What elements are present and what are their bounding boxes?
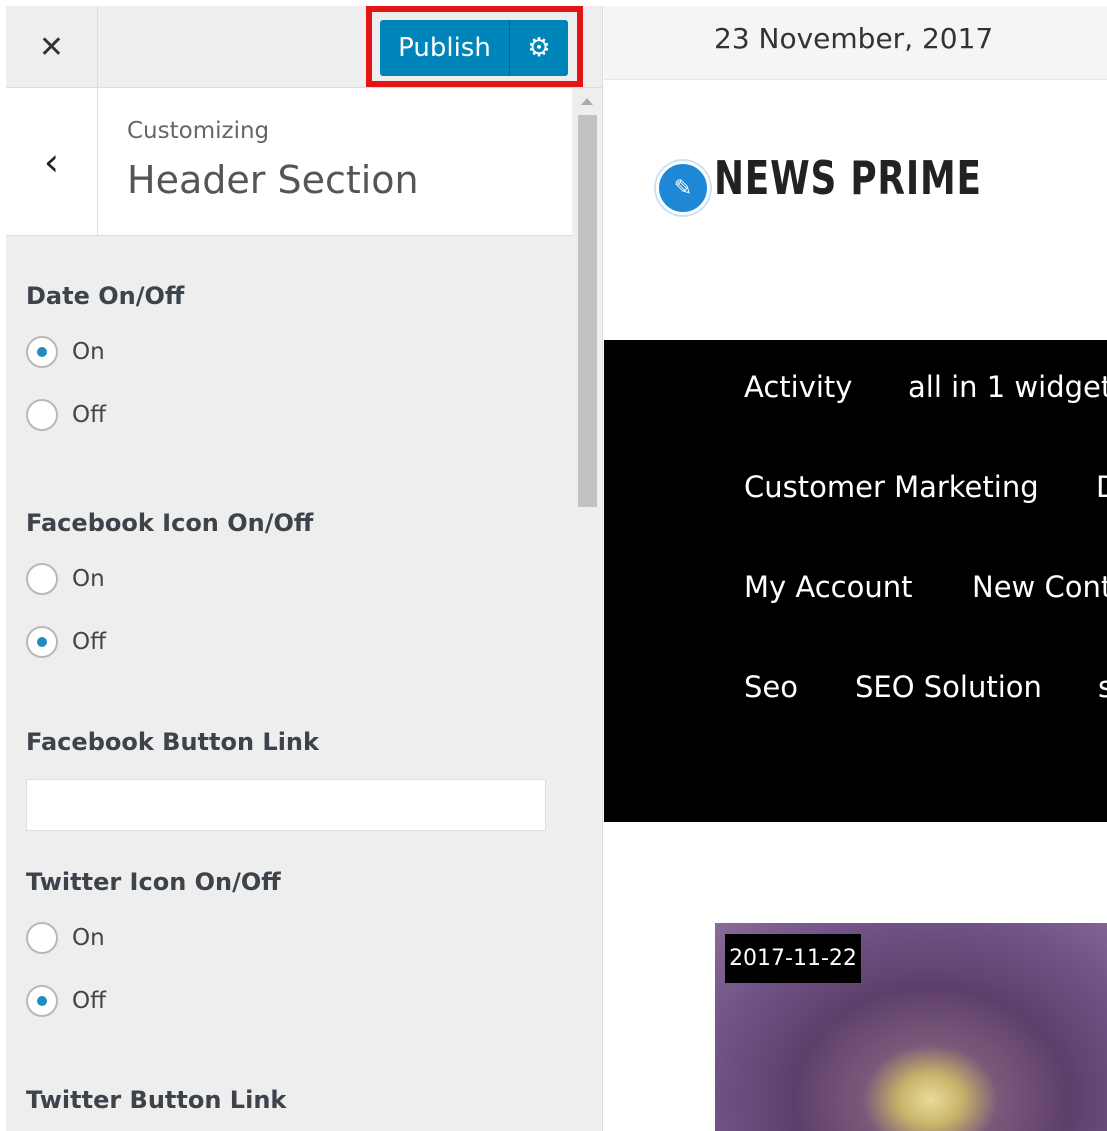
facebook-on-radio[interactable] [26, 563, 58, 595]
customizer-header: ✕ Publish ⚙ [6, 6, 602, 88]
nav-item-seo-solution[interactable]: SEO Solution [855, 670, 1042, 704]
nav-item-d[interactable]: D [1096, 470, 1107, 504]
date-off-radio[interactable] [26, 399, 58, 431]
site-logo-text[interactable]: NEWS PRIME [714, 151, 982, 205]
back-button[interactable]: ‹ [6, 88, 98, 236]
date-on-label: On [72, 339, 105, 365]
date-on-option[interactable]: On [26, 336, 105, 368]
panel-scrollbar[interactable] [572, 88, 602, 1131]
publish-highlight-box: Publish ⚙ [366, 6, 583, 87]
site-preview: 23 November, 2017 ✎ NEWS PRIME Activity … [604, 6, 1107, 1131]
twitter-off-option[interactable]: Off [26, 985, 106, 1017]
nav-item-seo[interactable]: Seo [744, 670, 798, 704]
facebook-link-input[interactable] [26, 779, 546, 831]
nav-item-all-in-1-widget[interactable]: all in 1 widget [908, 370, 1107, 404]
twitter-on-radio[interactable] [26, 922, 58, 954]
twitter-off-radio[interactable] [26, 985, 58, 1017]
twitter-link-title: Twitter Button Link [26, 1086, 287, 1114]
nav-item-new-content[interactable]: New Cont [972, 570, 1107, 604]
date-on-radio[interactable] [26, 336, 58, 368]
twitter-icon-toggle-title: Twitter Icon On/Off [26, 868, 281, 896]
preview-date: 23 November, 2017 [714, 22, 994, 55]
publish-settings-button[interactable]: ⚙ [510, 20, 568, 76]
facebook-off-label: Off [72, 629, 106, 655]
breadcrumb: Customizing [127, 118, 270, 144]
twitter-off-label: Off [72, 988, 106, 1014]
pencil-icon[interactable]: ✎ [656, 161, 710, 215]
preview-date-bar: 23 November, 2017 [604, 6, 1107, 80]
facebook-off-option[interactable]: Off [26, 626, 106, 658]
scroll-up-arrow-icon[interactable] [581, 98, 593, 105]
scrollbar-thumb[interactable] [578, 115, 597, 507]
publish-button[interactable]: Publish [380, 20, 510, 76]
facebook-on-option[interactable]: On [26, 563, 105, 595]
twitter-on-label: On [72, 925, 105, 951]
facebook-on-label: On [72, 566, 105, 592]
post-date-badge: 2017-11-22 [725, 934, 861, 983]
nav-item-s[interactable]: s [1098, 670, 1107, 704]
section-header: ‹ Customizing Header Section [6, 88, 572, 236]
publish-label: Publish [398, 33, 491, 63]
nav-item-activity[interactable]: Activity [744, 370, 852, 404]
facebook-link-title: Facebook Button Link [26, 728, 319, 756]
date-off-label: Off [72, 402, 106, 428]
close-button[interactable]: ✕ [6, 6, 98, 88]
preview-navigation: Activity all in 1 widget Customer Market… [604, 340, 1107, 822]
chevron-left-icon: ‹ [43, 140, 60, 184]
close-icon: ✕ [38, 29, 65, 65]
date-toggle-title: Date On/Off [26, 282, 185, 310]
facebook-off-radio[interactable] [26, 626, 58, 658]
twitter-on-option[interactable]: On [26, 922, 105, 954]
nav-item-customer-marketing[interactable]: Customer Marketing [744, 470, 1039, 504]
date-off-option[interactable]: Off [26, 399, 106, 431]
section-title: Header Section [127, 158, 419, 202]
gear-icon: ⚙ [527, 33, 551, 63]
customizer-panel: ✕ Publish ⚙ ‹ Customizing Header Section… [6, 6, 603, 1131]
nav-item-my-account[interactable]: My Account [744, 570, 913, 604]
facebook-icon-toggle-title: Facebook Icon On/Off [26, 509, 314, 537]
